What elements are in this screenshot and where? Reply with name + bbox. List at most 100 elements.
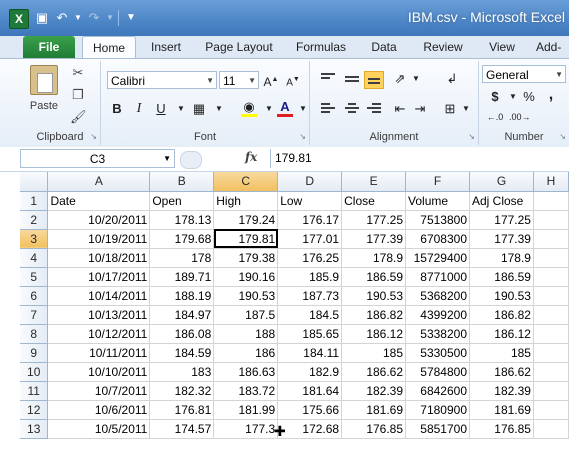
data-cell[interactable]: 10/11/2011 bbox=[47, 343, 151, 363]
data-cell[interactable]: 178.13 bbox=[149, 210, 215, 230]
data-cell[interactable]: 176.81 bbox=[149, 400, 215, 420]
column-header-d[interactable]: D bbox=[277, 172, 343, 192]
header-cell[interactable]: Volume bbox=[405, 191, 470, 211]
data-cell[interactable]: 5330500 bbox=[405, 343, 470, 363]
data-cell[interactable]: 186.62 bbox=[469, 362, 534, 382]
data-cell[interactable]: 181.69 bbox=[469, 400, 534, 420]
clipboard-dialog-launcher-icon[interactable]: ↘ bbox=[90, 132, 97, 141]
data-cell[interactable]: 182.39 bbox=[341, 381, 407, 401]
row-header[interactable]: 12 bbox=[20, 400, 49, 420]
data-cell[interactable]: 190.53 bbox=[341, 286, 407, 306]
shrink-font-icon[interactable]: A▼ bbox=[283, 70, 303, 90]
data-cell[interactable]: 5851700 bbox=[405, 419, 470, 439]
data-cell[interactable]: 6708300 bbox=[405, 229, 470, 249]
align-left-icon[interactable] bbox=[318, 101, 338, 119]
empty-cell[interactable] bbox=[533, 419, 569, 439]
alignment-dialog-launcher-icon[interactable]: ↘ bbox=[468, 132, 475, 141]
data-cell[interactable]: 178 bbox=[149, 248, 215, 268]
empty-cell[interactable] bbox=[533, 229, 569, 249]
data-cell[interactable]: 182.32 bbox=[149, 381, 215, 401]
data-cell[interactable]: 10/14/2011 bbox=[47, 286, 151, 306]
orientation-dropdown-icon[interactable]: ▼ bbox=[406, 69, 426, 89]
data-cell[interactable]: 186 bbox=[213, 343, 279, 363]
grow-font-icon[interactable]: A▲ bbox=[261, 70, 281, 90]
header-cell[interactable]: Close bbox=[341, 191, 407, 211]
empty-cell[interactable] bbox=[533, 381, 569, 401]
data-cell[interactable]: 10/18/2011 bbox=[47, 248, 151, 268]
underline-button[interactable]: U bbox=[151, 99, 171, 119]
empty-cell[interactable] bbox=[533, 400, 569, 420]
paste-button[interactable]: Paste bbox=[24, 65, 64, 112]
data-cell[interactable]: 182.39 bbox=[469, 381, 534, 401]
data-cell[interactable]: 5338200 bbox=[405, 324, 470, 344]
data-cell[interactable]: 10/6/2011 bbox=[47, 400, 151, 420]
font-size-combo[interactable]: 11 ▼ bbox=[219, 71, 259, 89]
data-cell[interactable]: 7180900 bbox=[405, 400, 470, 420]
data-cell[interactable]: 181.69 bbox=[341, 400, 407, 420]
data-cell[interactable]: 5784800 bbox=[405, 362, 470, 382]
align-right-icon[interactable] bbox=[364, 101, 384, 119]
empty-cell[interactable] bbox=[533, 324, 569, 344]
data-cell[interactable]: 186.08 bbox=[149, 324, 215, 344]
row-header[interactable]: 8 bbox=[20, 324, 49, 344]
tab-home[interactable]: Home bbox=[82, 36, 136, 59]
row-header[interactable]: 10 bbox=[20, 362, 49, 382]
data-cell[interactable]: 181.99 bbox=[213, 400, 279, 420]
row-header[interactable]: 13 bbox=[20, 419, 49, 439]
data-cell[interactable]: 179.24 bbox=[213, 210, 279, 230]
data-cell[interactable]: 10/13/2011 bbox=[47, 305, 151, 325]
data-cell[interactable]: 177.39 bbox=[341, 229, 407, 249]
empty-cell[interactable] bbox=[533, 191, 569, 211]
data-cell[interactable]: 186.12 bbox=[469, 324, 534, 344]
row-header[interactable]: 2 bbox=[20, 210, 49, 230]
tab-data[interactable]: Data bbox=[362, 36, 406, 58]
data-cell[interactable]: 186.63 bbox=[213, 362, 279, 382]
currency-button[interactable]: $ bbox=[485, 87, 505, 107]
increase-decimal-icon[interactable]: ←.0 bbox=[485, 107, 505, 127]
merge-dropdown-icon[interactable]: ▼ bbox=[456, 99, 476, 119]
data-cell[interactable]: 172.68 bbox=[277, 419, 343, 439]
row-header[interactable]: 6 bbox=[20, 286, 49, 306]
data-cell[interactable]: 188.19 bbox=[149, 286, 215, 306]
header-cell[interactable]: High bbox=[213, 191, 279, 211]
empty-cell[interactable] bbox=[533, 305, 569, 325]
row-header[interactable]: 7 bbox=[20, 305, 49, 325]
data-cell[interactable]: 10/12/2011 bbox=[47, 324, 151, 344]
column-header-g[interactable]: G bbox=[469, 172, 534, 192]
data-cell[interactable]: 174.57 bbox=[149, 419, 215, 439]
data-cell[interactable]: 186.12 bbox=[341, 324, 407, 344]
comma-button[interactable]: , bbox=[541, 85, 561, 105]
borders-dropdown-icon[interactable]: ▼ bbox=[209, 99, 229, 119]
data-cell[interactable]: 182.9 bbox=[277, 362, 343, 382]
data-cell[interactable]: 185 bbox=[341, 343, 407, 363]
customize-qat-icon[interactable]: ▼ bbox=[123, 10, 139, 26]
align-top-icon[interactable] bbox=[318, 71, 338, 89]
data-cell[interactable]: 7513800 bbox=[405, 210, 470, 230]
data-cell[interactable]: 15729400 bbox=[405, 248, 470, 268]
header-cell[interactable]: Open bbox=[149, 191, 215, 211]
header-cell[interactable]: Adj Close bbox=[469, 191, 534, 211]
data-cell[interactable]: 177.25 bbox=[341, 210, 407, 230]
data-cell[interactable]: 185.65 bbox=[277, 324, 343, 344]
save-icon[interactable]: ▣ bbox=[34, 10, 50, 26]
empty-cell[interactable] bbox=[533, 362, 569, 382]
data-cell[interactable]: 6842600 bbox=[405, 381, 470, 401]
column-header-a[interactable]: A bbox=[47, 172, 151, 192]
column-header-c[interactable]: C bbox=[213, 172, 279, 192]
formula-bar-resize-handle[interactable] bbox=[180, 151, 202, 169]
bold-button[interactable]: B bbox=[107, 99, 127, 119]
data-cell[interactable]: 175.66 bbox=[277, 400, 343, 420]
column-header-f[interactable]: F bbox=[405, 172, 470, 192]
column-header-e[interactable]: E bbox=[341, 172, 407, 192]
tab-formulas[interactable]: Formulas bbox=[290, 36, 352, 58]
row-header[interactable]: 1 bbox=[20, 191, 49, 211]
header-cell[interactable]: Low bbox=[277, 191, 343, 211]
font-color-button[interactable]: A bbox=[275, 97, 295, 117]
data-cell[interactable]: 186.82 bbox=[341, 305, 407, 325]
data-cell[interactable]: 185.9 bbox=[277, 267, 343, 287]
underline-dropdown-icon[interactable]: ▼ bbox=[171, 99, 191, 119]
borders-icon[interactable]: ▦ bbox=[189, 99, 209, 119]
data-cell[interactable]: 190.16 bbox=[213, 267, 279, 287]
decrease-indent-icon[interactable]: ⇤ bbox=[390, 99, 410, 119]
wrap-text-icon[interactable]: ↲ bbox=[442, 69, 462, 89]
